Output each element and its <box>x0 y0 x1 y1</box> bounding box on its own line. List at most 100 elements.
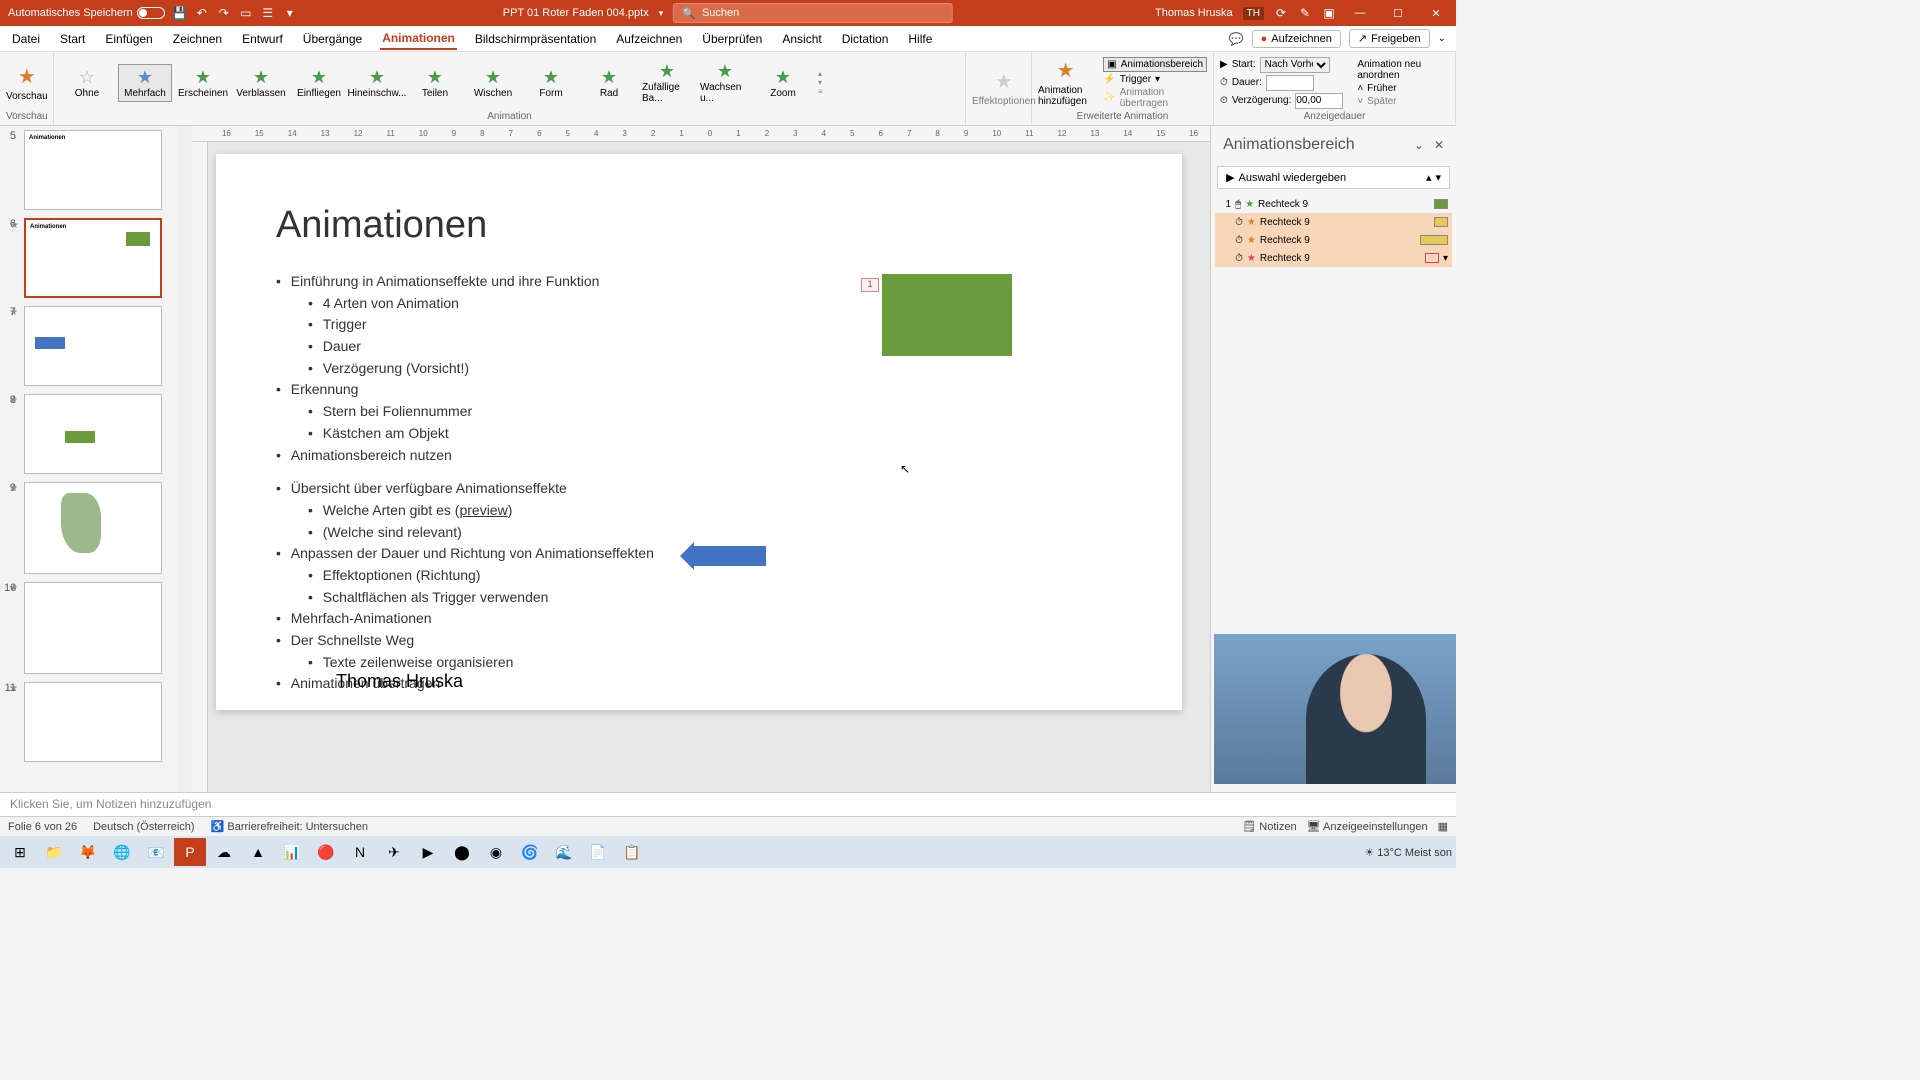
undo-icon[interactable]: ↶ <box>195 6 209 20</box>
user-avatar[interactable]: TH <box>1243 7 1264 20</box>
anim-einfliegen[interactable]: ★Einfliegen <box>292 65 346 101</box>
touch-icon[interactable]: ☰ <box>261 6 275 20</box>
outlook-icon[interactable]: 📧 <box>140 838 172 866</box>
window-icon[interactable]: ▣ <box>1322 6 1336 20</box>
tab-ansicht[interactable]: Ansicht <box>780 29 823 49</box>
tab-zeichnen[interactable]: Zeichnen <box>171 29 224 49</box>
redo-icon[interactable]: ↷ <box>217 6 231 20</box>
start-select[interactable]: Nach Vorher... <box>1260 57 1330 73</box>
anim-mehrfach[interactable]: ★Mehrfach <box>118 64 172 102</box>
tab-aufzeichnen[interactable]: Aufzeichnen <box>614 29 684 49</box>
app-icon[interactable]: ☁ <box>208 838 240 866</box>
slide-counter[interactable]: Folie 6 von 26 <box>8 821 77 833</box>
anim-hinein[interactable]: ★Hineinschw... <box>350 65 404 101</box>
notes-area[interactable]: Klicken Sie, um Notizen hinzuzufügen <box>0 792 1456 816</box>
pane-dropdown-icon[interactable]: ⌄ <box>1414 138 1424 152</box>
aufzeichnen-button[interactable]: ●Aufzeichnen <box>1252 30 1341 48</box>
anim-ohne[interactable]: ☆Ohne <box>60 65 114 101</box>
verzogerung-input[interactable] <box>1295 93 1343 109</box>
anim-entry-4[interactable]: ⏱★Rechteck 9▾ <box>1215 249 1452 267</box>
animation-hinzufugen[interactable]: ★Animation hinzufügen <box>1038 58 1093 107</box>
tab-ubergange[interactable]: Übergänge <box>301 29 364 49</box>
search-box[interactable]: 🔍 Suchen <box>673 3 953 23</box>
gallery-scroll[interactable]: ▴▾≡ <box>818 69 823 96</box>
green-rectangle-shape[interactable] <box>882 274 1012 356</box>
telegram-icon[interactable]: ✈ <box>378 838 410 866</box>
draw-icon[interactable]: ✎ <box>1298 6 1312 20</box>
thumb-5[interactable]: Animationen <box>24 130 162 210</box>
animationsbereich-button[interactable]: ▣ Animationsbereich <box>1103 57 1207 72</box>
firefox-icon[interactable]: 🦊 <box>72 838 104 866</box>
vlc-icon[interactable]: ▲ <box>242 838 274 866</box>
display-settings[interactable]: 🖥 Anzeigeeinstellungen <box>1307 820 1428 833</box>
comments-icon[interactable]: 💬 <box>1229 32 1244 46</box>
start-button[interactable]: ⊞ <box>4 838 36 866</box>
tab-einfugen[interactable]: Einfügen <box>103 29 154 49</box>
edge-icon[interactable]: 🌊 <box>548 838 580 866</box>
qat-icon[interactable]: ▭ <box>239 6 253 20</box>
obs-icon[interactable]: ⬤ <box>446 838 478 866</box>
anim-zoom[interactable]: ★Zoom <box>756 65 810 101</box>
tab-animationen[interactable]: Animationen <box>380 28 457 50</box>
app-icon[interactable]: ▶ <box>412 838 444 866</box>
app-icon[interactable]: 📊 <box>276 838 308 866</box>
tab-uberprufen[interactable]: Überprüfen <box>700 29 764 49</box>
minimize-button[interactable]: — <box>1346 0 1374 26</box>
anim-form[interactable]: ★Form <box>524 65 578 101</box>
save-icon[interactable]: 💾 <box>173 6 187 20</box>
dropdown-icon[interactable]: ▾ <box>283 6 297 20</box>
powerpoint-icon[interactable]: P <box>174 838 206 866</box>
chrome-icon[interactable]: 🌐 <box>106 838 138 866</box>
maximize-button[interactable]: ☐ <box>1384 0 1412 26</box>
slide-thumbnails[interactable]: 5Animationen 6★Animationen 7★ 8★ 9★ 10★ … <box>0 126 178 792</box>
thumb-9[interactable]: ★ <box>24 482 162 574</box>
notes-toggle[interactable]: 🗒 Notizen <box>1242 820 1296 833</box>
anim-entry-1[interactable]: 1🖱★Rechteck 9 <box>1215 195 1452 213</box>
collapse-ribbon-icon[interactable]: ⌄ <box>1438 33 1446 44</box>
thumb-6[interactable]: ★Animationen <box>24 218 162 298</box>
tab-dictation[interactable]: Dictation <box>840 29 891 49</box>
slide-content[interactable]: Animationen Einführung in Animationseffe… <box>216 154 1182 710</box>
trigger-button[interactable]: ⚡Trigger ▾ <box>1103 74 1207 85</box>
thumb-11[interactable]: ★ <box>24 682 162 762</box>
play-selection-button[interactable]: ▶ Auswahl wiedergeben▴▾ <box>1217 166 1450 189</box>
tab-start[interactable]: Start <box>58 29 87 49</box>
weather-widget[interactable]: ☀ 13°C Meist son <box>1364 846 1452 859</box>
close-button[interactable]: ✕ <box>1422 0 1450 26</box>
app-icon[interactable]: 🔴 <box>310 838 342 866</box>
tab-entwurf[interactable]: Entwurf <box>240 29 285 49</box>
preview-link[interactable]: preview <box>459 502 507 518</box>
tab-bildschirm[interactable]: Bildschirmpräsentation <box>473 29 598 49</box>
tab-hilfe[interactable]: Hilfe <box>906 29 934 49</box>
anim-wachsen[interactable]: ★Wachsen u... <box>698 59 752 106</box>
author-text[interactable]: Thomas Hruska <box>336 671 463 692</box>
animation-tag[interactable]: 1 <box>861 278 879 292</box>
anim-rad[interactable]: ★Rad <box>582 65 636 101</box>
user-name[interactable]: Thomas Hruska <box>1155 7 1233 19</box>
slide-canvas[interactable]: 1615141312111098765432101234567891011121… <box>192 126 1210 792</box>
dauer-input[interactable] <box>1266 75 1314 91</box>
vorschau-button[interactable]: ★Vorschau <box>6 64 48 102</box>
anim-entry-3[interactable]: ⏱★Rechteck 9 <box>1215 231 1452 249</box>
thumb-scrollbar[interactable] <box>178 126 192 792</box>
anim-entry-2[interactable]: ⏱★Rechteck 9 <box>1215 213 1452 231</box>
freigeben-button[interactable]: ↗Freigeben <box>1349 29 1430 48</box>
tab-datei[interactable]: Datei <box>10 29 42 49</box>
blue-arrow-shape[interactable] <box>694 546 766 566</box>
onenote-icon[interactable]: N <box>344 838 376 866</box>
anim-verblassen[interactable]: ★Verblassen <box>234 65 288 101</box>
sync-icon[interactable]: ⟳ <box>1274 6 1288 20</box>
app-icon[interactable]: 🌀 <box>514 838 546 866</box>
app-icon[interactable]: 📄 <box>582 838 614 866</box>
app-icon[interactable]: 📋 <box>616 838 648 866</box>
explorer-icon[interactable]: 📁 <box>38 838 70 866</box>
view-normal-icon[interactable]: ▦ <box>1438 820 1448 833</box>
language[interactable]: Deutsch (Österreich) <box>93 821 194 833</box>
anim-teilen[interactable]: ★Teilen <box>408 65 462 101</box>
autosave-toggle[interactable]: Automatisches Speichern <box>8 7 165 19</box>
app-icon[interactable]: ◉ <box>480 838 512 866</box>
slide-title[interactable]: Animationen <box>276 204 1122 247</box>
anim-wischen[interactable]: ★Wischen <box>466 65 520 101</box>
thumb-10[interactable]: ★ <box>24 582 162 674</box>
dropdown-icon[interactable]: ▾ <box>659 8 664 19</box>
